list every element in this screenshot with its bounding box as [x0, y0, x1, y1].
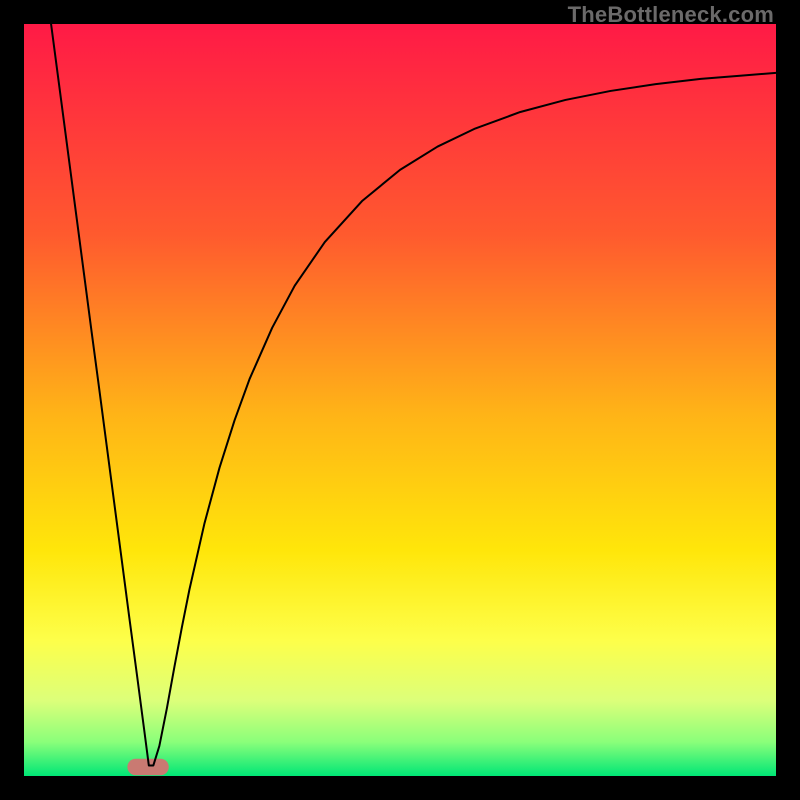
chart-frame	[24, 24, 776, 776]
bottleneck-chart	[24, 24, 776, 776]
gradient-background	[24, 24, 776, 776]
